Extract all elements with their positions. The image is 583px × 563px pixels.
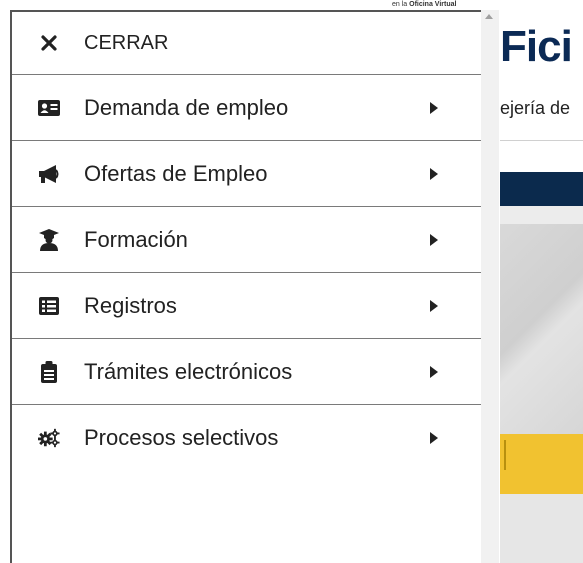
- menu-item-registros[interactable]: Registros: [12, 273, 481, 339]
- side-menu: CERRAR Demanda de empleo Ofertas de Empl…: [10, 10, 481, 563]
- menu-scrollbar[interactable]: [481, 10, 499, 563]
- chevron-right-icon: [430, 167, 438, 180]
- divider: [500, 140, 583, 141]
- top-strip-text: en la Oficina Virtual: [392, 1, 456, 8]
- top-strip-prefix: en la: [392, 1, 410, 8]
- menu-item-label: Trámites electrónicos: [84, 358, 293, 384]
- graduate-icon: [38, 228, 60, 251]
- chevron-right-icon: [430, 365, 438, 378]
- chevron-right-icon: [430, 299, 438, 312]
- id-card-icon: [38, 97, 60, 119]
- site-subtitle: ejería de: [500, 98, 571, 118]
- top-strip-bold[interactable]: Oficina Virtual: [409, 1, 456, 8]
- chevron-right-icon: [430, 101, 438, 114]
- menu-item-label: Ofertas de Empleo: [84, 160, 268, 186]
- chevron-right-icon: [430, 233, 438, 246]
- ministry-banner: [500, 434, 583, 494]
- menu-item-label: Formación: [84, 226, 188, 252]
- nav-shadow: [500, 206, 583, 224]
- clipboard-icon: [38, 360, 60, 383]
- menu-item-formacion[interactable]: Formación: [12, 207, 481, 273]
- menu-item-ofertas-empleo[interactable]: Ofertas de Empleo: [12, 141, 481, 207]
- chevron-right-icon: [430, 432, 438, 444]
- menu-item-label: Demanda de empleo: [84, 94, 289, 120]
- hero-image: [500, 224, 583, 434]
- menu-item-tramites[interactable]: Trámites electrónicos: [12, 339, 481, 405]
- background-footer: [500, 494, 583, 563]
- menu-item-procesos-selectivos[interactable]: Procesos selectivos: [12, 405, 481, 471]
- close-label: CERRAR: [84, 31, 169, 54]
- cogs-icon: [38, 427, 60, 449]
- megaphone-icon: [38, 163, 60, 185]
- navbar: [500, 172, 583, 206]
- banner-shield: [504, 440, 526, 470]
- scroll-up-arrow-icon[interactable]: [485, 14, 493, 19]
- list-icon: [38, 295, 60, 317]
- close-menu-button[interactable]: CERRAR: [12, 12, 481, 75]
- menu-item-label: Registros: [84, 292, 177, 318]
- menu-item-demanda-empleo[interactable]: Demanda de empleo: [12, 75, 481, 141]
- site-logo[interactable]: Fici: [500, 22, 573, 72]
- close-icon: [38, 32, 60, 54]
- menu-item-label: Procesos selectivos: [84, 425, 279, 450]
